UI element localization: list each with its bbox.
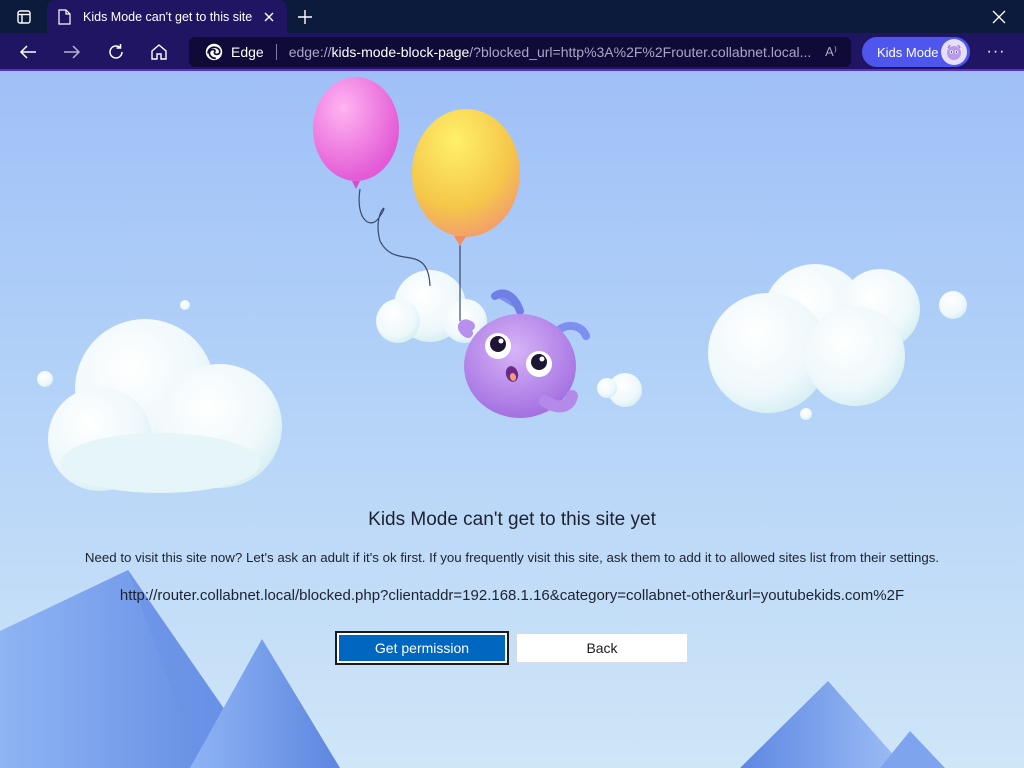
cloud-tiny (597, 373, 642, 407)
arrow-right-icon (64, 45, 81, 59)
cloud-right (708, 264, 920, 413)
edge-logo-icon (205, 43, 223, 61)
kids-mode-button[interactable]: Kids Mode (862, 37, 970, 67)
page-title: Kids Mode can't get to this site yet (368, 509, 656, 530)
get-permission-button[interactable]: Get permission (335, 631, 509, 665)
close-tab-icon[interactable] (261, 9, 277, 25)
address-bar[interactable]: Edge edge://kids-mode-block-page/?blocke… (189, 37, 851, 67)
home-button[interactable] (145, 39, 173, 65)
illustration (0, 77, 967, 768)
new-tab-button[interactable] (293, 5, 317, 29)
kids-avatar-icon (941, 39, 967, 65)
forward-nav-button[interactable] (58, 39, 86, 65)
tab-title: Kids Mode can't get to this site y (83, 9, 255, 24)
url-prefix: edge:// (288, 44, 332, 60)
edge-brand-label: Edge (231, 44, 264, 60)
toolbar: Edge edge://kids-mode-block-page/?blocke… (0, 33, 1024, 71)
cloud-left (48, 319, 282, 493)
yellow-balloon (412, 109, 520, 246)
refresh-button[interactable] (102, 39, 130, 65)
tab-actions-icon (17, 10, 31, 24)
kids-mode-label: Kids Mode (877, 44, 939, 60)
block-message: Need to visit this site now? Let's ask a… (84, 550, 940, 565)
arrow-left-icon (19, 45, 36, 59)
active-tab[interactable]: Kids Mode can't get to this site y (47, 0, 287, 33)
home-icon (151, 44, 167, 60)
url-query: /?blocked_url=http%3A%2F%2Frouter.collab… (469, 44, 812, 60)
mountains-right (740, 681, 945, 768)
more-icon: ··· (986, 43, 1006, 60)
kids-mode-block-page: Kids Mode can't get to this site yet Nee… (0, 71, 1024, 768)
back-nav-button[interactable] (14, 39, 42, 65)
back-button[interactable]: Back (516, 633, 688, 663)
more-options-button[interactable]: ··· (982, 39, 1010, 65)
refresh-icon (109, 44, 123, 59)
read-aloud-icon[interactable]: A⁾ (821, 43, 841, 61)
tab-actions-button[interactable] (8, 5, 40, 29)
pink-balloon (313, 77, 399, 189)
address-divider (275, 44, 277, 60)
close-icon (992, 10, 1006, 24)
url-host: kids-mode-block-page (331, 44, 470, 60)
blocked-url-text: http://router.collabnet.local/blocked.ph… (119, 587, 905, 604)
title-bar: Kids Mode can't get to this site y (0, 0, 1024, 33)
page-icon (57, 8, 73, 25)
close-window-button[interactable] (988, 6, 1010, 28)
url-text[interactable]: edge://kids-mode-block-page/?blocked_url… (289, 44, 817, 60)
plus-icon (298, 10, 312, 24)
